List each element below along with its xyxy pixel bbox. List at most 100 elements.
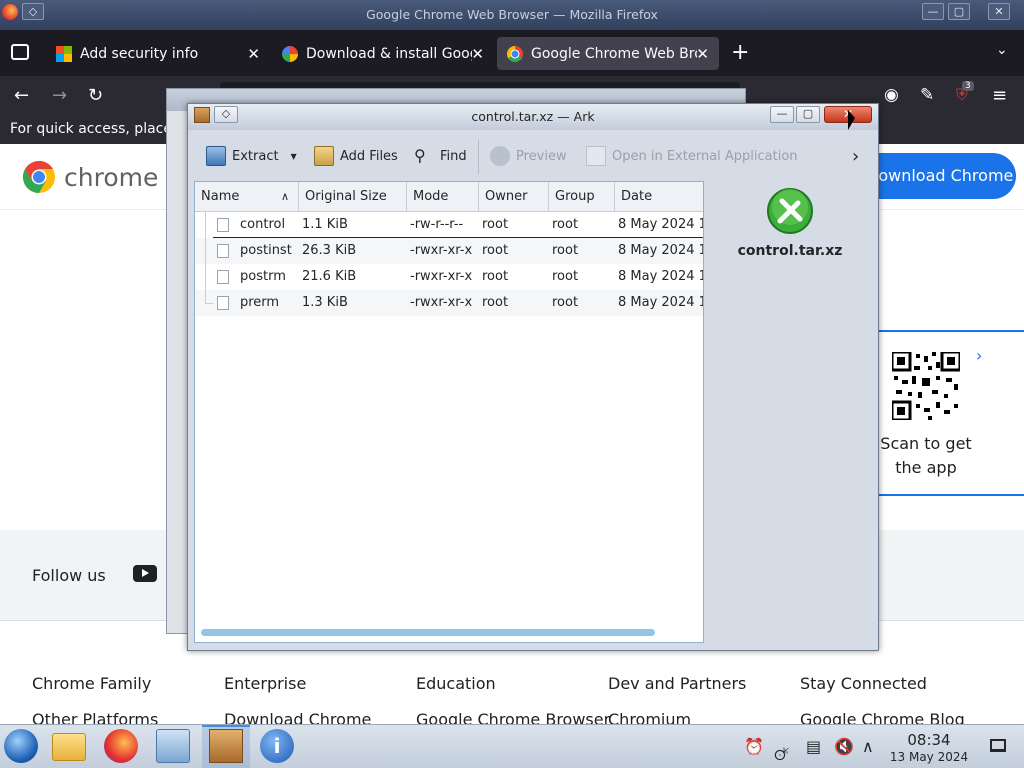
open-external-icon — [586, 146, 606, 166]
archive-info-panel: control.tar.xz — [712, 181, 876, 381]
tree-branch — [205, 290, 206, 303]
file-manager-icon[interactable] — [52, 733, 86, 761]
firefox-taskbar-icon[interactable] — [104, 729, 138, 763]
close-tab-icon[interactable]: ✕ — [247, 45, 260, 63]
extract-button[interactable]: Extract ▾ — [206, 146, 297, 166]
archive-tools-icon — [767, 188, 813, 234]
column-mode[interactable]: Mode — [407, 182, 479, 212]
archive-name: control.tar.xz — [737, 243, 843, 259]
show-desktop-icon[interactable] — [990, 739, 1006, 752]
open-external-button[interactable]: Open in External Application — [586, 146, 798, 166]
qr-code-icon — [892, 352, 960, 420]
minimize-button[interactable]: — — [922, 3, 944, 20]
table-row[interactable]: prerm 1.3 KiB -rwxr-xr-x root root 8 May… — [195, 290, 703, 316]
file-icon — [217, 270, 229, 284]
horizontal-scrollbar[interactable] — [201, 629, 655, 636]
footer-heading-enterprise: Enterprise — [224, 674, 307, 693]
extensions-icon[interactable]: ✎ — [920, 85, 934, 105]
system-settings-icon[interactable] — [156, 729, 190, 763]
tab-overview-icon[interactable] — [11, 44, 29, 60]
account-icon[interactable]: ◉ — [884, 85, 899, 105]
mouse-cursor-icon — [848, 110, 855, 130]
preview-button[interactable]: Preview — [490, 146, 567, 166]
clock-time: 08:34 — [907, 731, 951, 749]
chrome-logo[interactable]: chrome — [22, 160, 158, 194]
tab-bar: Add security info ✕ Download & install G… — [0, 30, 1024, 76]
close-button[interactable]: ✕ — [988, 3, 1010, 20]
footer-heading-education: Education — [416, 674, 496, 693]
notifications-icon[interactable]: ⏰ — [744, 737, 764, 756]
qr-card[interactable]: › Scan to get the app — [872, 330, 1024, 496]
extract-icon — [206, 146, 226, 166]
archive-file-list[interactable]: Name ∧ Original Size Mode Owner Group Da… — [194, 181, 704, 643]
toolbar-overflow-icon[interactable]: › — [852, 146, 859, 167]
file-icon — [217, 296, 229, 310]
ark-taskbar-icon[interactable] — [209, 729, 243, 763]
ark-window: ◇ control.tar.xz — Ark — ▢ ✕ Extract ▾ A… — [187, 103, 879, 651]
column-group[interactable]: Group — [549, 182, 615, 212]
chevron-down-icon[interactable]: ▾ — [291, 149, 297, 163]
scan-to-get-app-text: Scan to get the app — [880, 434, 972, 477]
tab-download-install[interactable]: Download & install Google Chrome ✕ — [272, 37, 494, 70]
column-owner[interactable]: Owner — [479, 182, 549, 212]
column-date[interactable]: Date — [615, 182, 703, 212]
tree-branch — [205, 212, 206, 238]
find-button[interactable]: ⚲ Find — [414, 146, 467, 166]
follow-us-label: Follow us — [32, 566, 106, 585]
chrome-icon — [507, 45, 523, 62]
tree-branch — [205, 264, 206, 290]
firefox-window-title: Google Chrome Web Browser — Mozilla Fire… — [366, 7, 658, 22]
close-tab-icon[interactable]: ✕ — [696, 45, 709, 63]
column-original-size[interactable]: Original Size — [299, 182, 407, 212]
tree-branch — [205, 238, 206, 264]
volume-muted-icon[interactable]: 🔇 — [834, 737, 854, 756]
microsoft-icon — [56, 45, 72, 62]
youtube-icon[interactable] — [133, 565, 157, 582]
sort-ascending-icon: ∧ — [281, 190, 290, 203]
bookmarks-hint: For quick access, place — [10, 121, 172, 137]
reload-icon[interactable]: ↻ — [88, 85, 103, 106]
menu-icon[interactable]: ≡ — [992, 85, 1007, 106]
extension-badge: 3 — [962, 81, 974, 91]
chrome-logo-icon — [22, 160, 55, 194]
network-icon[interactable]: 🜚 — [774, 737, 790, 768]
start-menu-icon[interactable] — [4, 729, 38, 763]
file-icon — [217, 244, 229, 258]
footer-heading-stay-connected: Stay Connected — [800, 674, 927, 693]
toolbar-separator — [478, 140, 479, 174]
footer-heading-chrome-family: Chrome Family — [32, 674, 152, 693]
table-row[interactable]: control 1.1 KiB -rw-r--r-- root root 8 M… — [195, 212, 703, 238]
tab-google-chrome[interactable]: Google Chrome Web Browser ✕ — [497, 37, 719, 70]
forward-icon[interactable]: → — [52, 85, 67, 106]
maximize-button[interactable]: ▢ — [948, 3, 970, 20]
back-icon[interactable]: ← — [14, 85, 29, 106]
footer-heading-dev-partners: Dev and Partners — [608, 674, 747, 693]
chevron-right-icon[interactable]: › — [976, 346, 982, 365]
clock-date: 13 May 2024 — [889, 750, 969, 764]
tray-expand-icon[interactable]: ∧ — [862, 737, 874, 756]
ark-toolbar: Extract ▾ Add Files ⚲ Find Preview Open … — [188, 134, 878, 180]
info-icon[interactable]: i — [260, 729, 294, 763]
chrome-wordmark: chrome — [64, 162, 159, 192]
table-row[interactable]: postinst 26.3 KiB -rwxr-xr-x root root 8… — [195, 238, 703, 264]
ark-minimize-button[interactable]: — — [770, 106, 794, 123]
file-icon — [217, 218, 229, 232]
firefox-titlebar: ◇ Google Chrome Web Browser — Mozilla Fi… — [0, 0, 1024, 30]
taskbar: i ⏰ 🜚 ▤ 🔇 ∧ 08:34 13 May 2024 — [0, 724, 1024, 768]
tab-add-security-info[interactable]: Add security info ✕ — [46, 37, 270, 70]
column-name[interactable]: Name ∧ — [195, 182, 299, 212]
google-icon — [282, 45, 298, 62]
preview-icon — [490, 146, 510, 166]
ark-titlebar: ◇ control.tar.xz — Ark — ▢ ✕ — [188, 104, 878, 130]
list-tabs-icon[interactable]: ⌄ — [996, 42, 1008, 58]
add-files-button[interactable]: Add Files — [314, 146, 398, 166]
table-row[interactable]: postrm 21.6 KiB -rwxr-xr-x root root 8 M… — [195, 264, 703, 290]
clipboard-icon[interactable]: ▤ — [806, 737, 821, 756]
close-tab-icon[interactable]: ✕ — [471, 45, 484, 63]
new-tab-icon[interactable]: + — [731, 40, 749, 65]
add-files-icon — [314, 146, 334, 166]
clock[interactable]: 08:34 13 May 2024 — [886, 731, 972, 764]
tree-branch-end — [205, 303, 213, 304]
search-icon: ⚲ — [414, 146, 426, 165]
ark-maximize-button[interactable]: ▢ — [796, 106, 820, 123]
